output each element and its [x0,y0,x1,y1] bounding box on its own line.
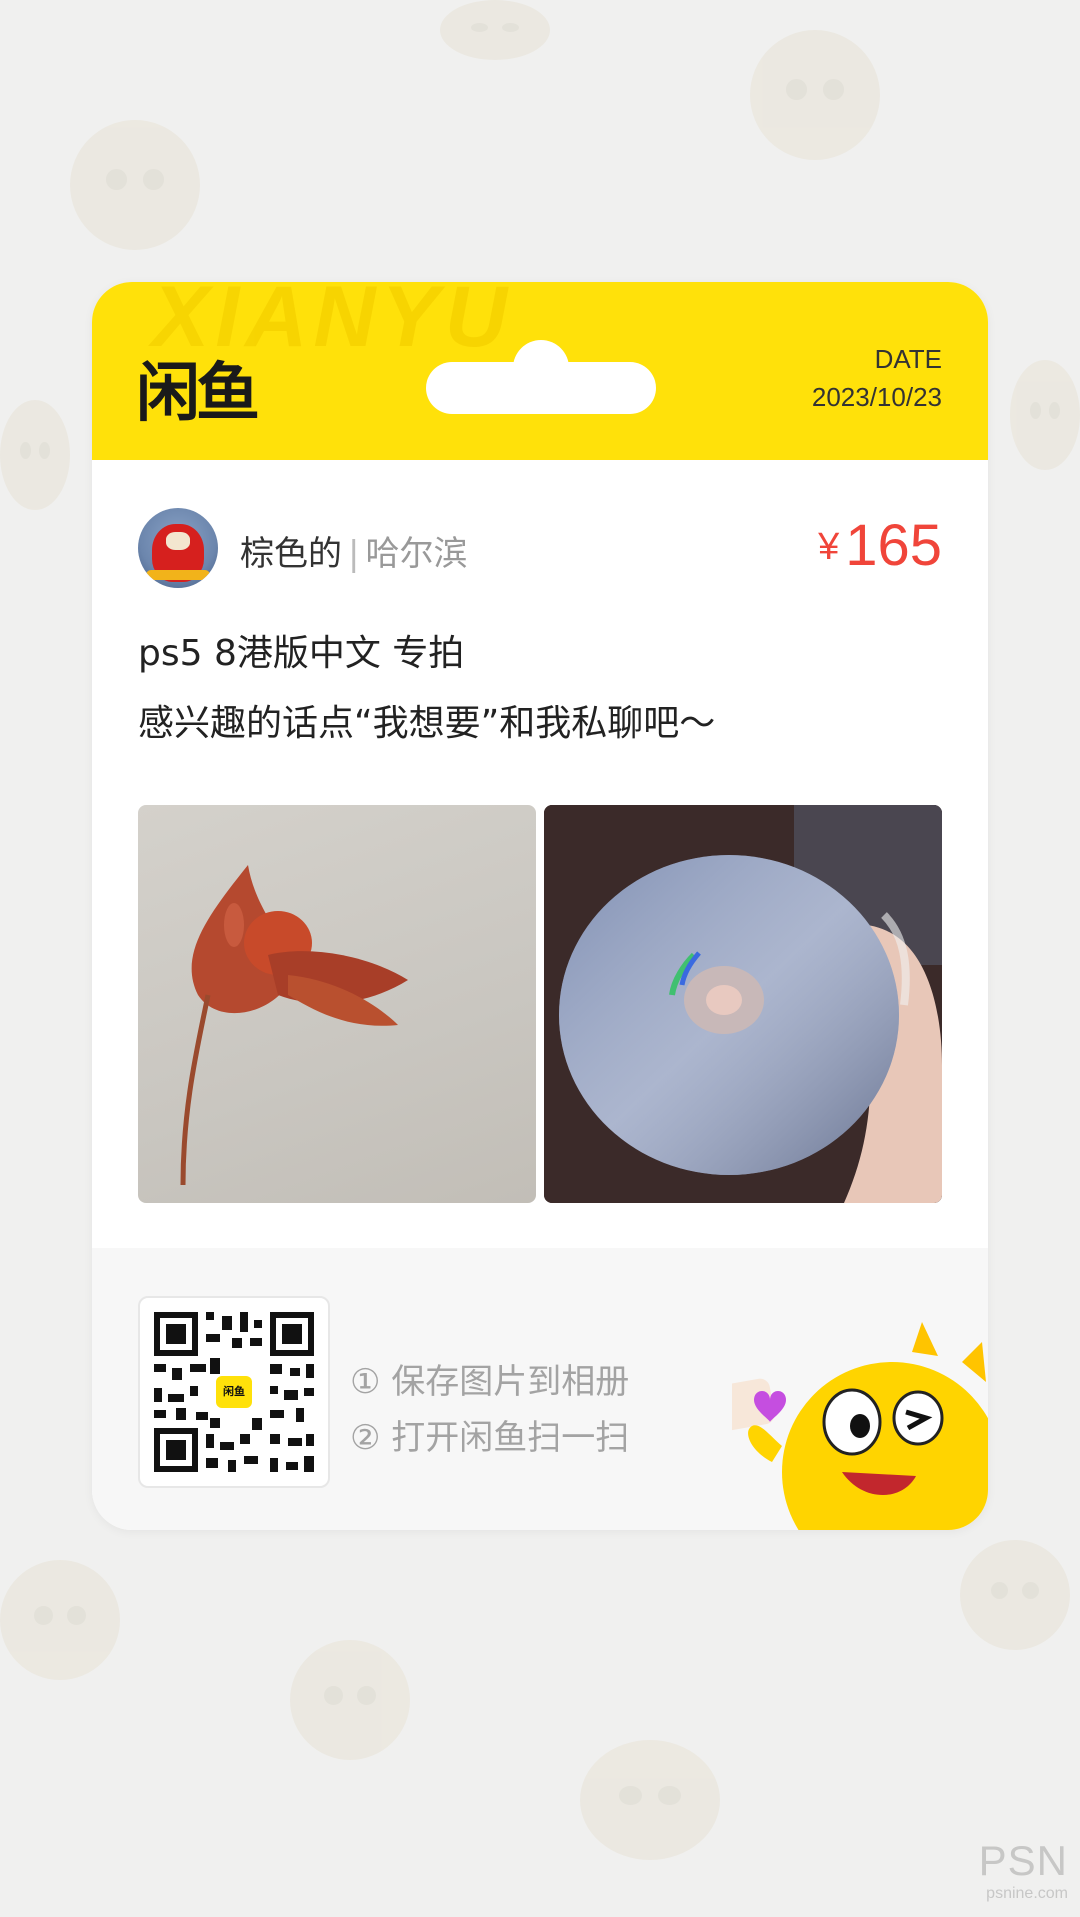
avatar-doll-face [166,532,190,550]
ticket-slot-decoration [426,340,656,414]
share-card: XIANYU 闲鱼 DATE 2023/10/23 棕色的 | 哈尔滨 ¥165 p… [92,282,988,1530]
card-header: XIANYU 闲鱼 DATE 2023/10/23 [92,282,988,460]
background-mascot-decoration [960,1540,1070,1650]
seller-name: 棕色的 [240,534,342,574]
mascot-fish-icon [732,1322,988,1530]
background-mascot-decoration [750,30,880,160]
product-photo-disc[interactable] [544,805,942,1203]
background-mascot-decoration [0,400,70,510]
qr-center-badge: 闲鱼 [223,1385,245,1398]
price-value: 165 [845,513,942,578]
card-footer: 闲鱼 ① 保存图片到相册 ② 打开闲鱼扫一扫 [92,1248,988,1530]
step-2-open-scan: ② 打开闲鱼扫一扫 [350,1418,630,1458]
background-mascot-decoration [70,120,200,250]
price-currency: ¥ [818,526,840,568]
background-mascot-decoration [580,1740,720,1860]
product-photo-flower[interactable] [138,805,536,1203]
avatar-doll-base [146,570,210,580]
psn-watermark-sub: psnine.com [986,1885,1068,1902]
price: ¥165 [818,512,942,579]
flower-illustration [180,865,408,1186]
seller-location: 哈尔滨 [365,534,468,574]
description-line-1: ps5 8港版中文 专拍 [138,633,465,674]
psn-watermark-brand: PSN [978,1837,1068,1884]
background-mascot-decoration [0,1560,120,1680]
disc-illustration [544,805,942,1203]
date-label: DATE [874,344,942,374]
background-mascot-decoration [1010,360,1080,470]
seller-info: 棕色的 | 哈尔滨 [240,526,467,575]
seller-avatar [138,508,218,588]
xianyu-logo: 闲鱼 [136,357,260,431]
date-value: 2023/10/23 [811,382,942,412]
seller-separator: | [348,534,360,574]
description-line-2: 感兴趣的话点“我想要”和我私聊吧～ [138,703,716,744]
qr-code[interactable]: 闲鱼 [138,1296,330,1488]
step-1-save-image: ① 保存图片到相册 [350,1362,630,1402]
psn-watermark: PSN psnine.com [979,1837,1068,1903]
background-mascot-decoration [290,1640,410,1760]
background-mascot-decoration [440,0,550,60]
